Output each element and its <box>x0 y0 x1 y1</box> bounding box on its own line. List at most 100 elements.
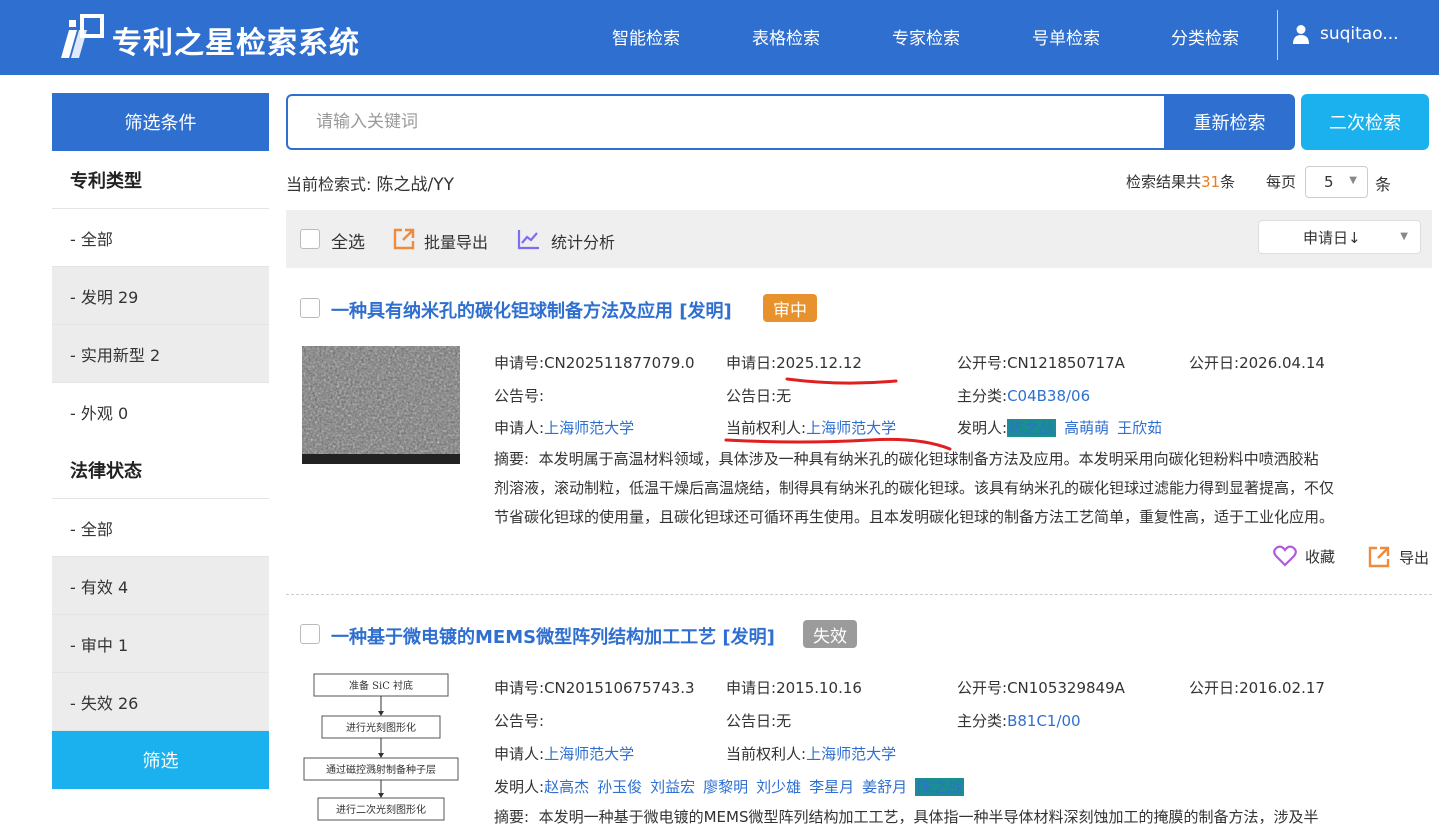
holder-link[interactable]: 上海师范大学 <box>806 419 896 437</box>
abstract-text: 摘要: 本发明属于高温材料领域，具体涉及一种具有纳米孔的碳化钽球制备方法及应用。… <box>494 445 1424 532</box>
legal-status-pending[interactable]: - 审中 1 <box>52 615 269 673</box>
main-class-link[interactable]: C04B38/06 <box>1007 387 1090 405</box>
ann-no-field: 公告号: <box>494 387 545 405</box>
patent-thumbnail[interactable]: 准备 SiC 衬底 进行光刻图形化 通过磁控溅射制备种子层 进行二次光刻图形化 <box>302 672 460 824</box>
second-search-button[interactable]: 二次检索 <box>1301 94 1429 150</box>
pub-no-field: 公开号:CN121850717A <box>957 354 1125 372</box>
user-icon <box>1293 25 1309 44</box>
status-badge: 审中 <box>763 294 817 322</box>
app-date-field: 申请日:2015.10.16 <box>726 679 862 697</box>
nav-number-search[interactable]: 号单检索 <box>1032 24 1100 49</box>
legal-status-all[interactable]: - 全部 <box>52 499 269 557</box>
patent-type-heading: 专利类型 <box>52 151 269 209</box>
result-checkbox[interactable] <box>300 624 320 644</box>
select-all-label: 全选 <box>331 233 365 253</box>
result-title[interactable]: 一种基于微电镀的MEMS微型阵列结构加工工艺 [发明] <box>331 623 775 649</box>
nav-smart-search[interactable]: 智能检索 <box>612 24 680 49</box>
per-page-select[interactable]: 5 ▼ <box>1305 166 1368 198</box>
sort-select[interactable]: 申请日↓ ▼ <box>1258 220 1421 254</box>
legal-status-heading: 法律状态 <box>52 441 269 499</box>
count-suffix: 条 <box>1220 173 1236 191</box>
abstract-line: 摘要: 本发明一种基于微电镀的MEMS微型阵列结构加工工艺，具体指一种半导体材料… <box>494 808 1319 826</box>
inventor-link-highlighted[interactable]: 陈之战 <box>915 778 965 796</box>
export-button[interactable]: 导出 <box>1367 545 1429 569</box>
app-title: 专利之星检索系统 <box>112 26 360 61</box>
user-name: suqitao... <box>1320 24 1399 44</box>
pub-date-field: 公开日:2016.02.17 <box>1189 679 1325 697</box>
app-no-field: 申请号:CN201510675743.3 <box>494 679 695 697</box>
logo-icon <box>61 14 104 58</box>
inventor-field: 发明人:赵高杰 孙玉俊 刘益宏 廖黎明 刘少雄 李星月 姜舒月 陈之战 <box>494 778 965 796</box>
abstract-line: 剂溶液，滚动制粒，低温干燥后高温烧结，制得具有纳米孔的碳化钽球。该具有纳米孔的碳… <box>494 479 1335 497</box>
nav-divider <box>1277 10 1278 60</box>
nav-table-search[interactable]: 表格检索 <box>752 24 820 49</box>
ann-no-field: 公告号: <box>494 712 545 730</box>
per-page-value: 5 <box>1324 173 1334 191</box>
patent-type-all[interactable]: - 全部 <box>52 209 269 267</box>
inventor-link[interactable]: 赵高杰 <box>544 778 589 796</box>
legal-status-valid[interactable]: - 有效 4 <box>52 557 269 615</box>
inventor-link[interactable]: 王欣茹 <box>1117 419 1162 437</box>
inventor-link[interactable]: 刘少雄 <box>756 778 801 796</box>
query-line: 当前检索式: 陈之战/YY <box>286 170 454 195</box>
favorite-button[interactable]: 收藏 <box>1273 545 1335 567</box>
ann-date-field: 公告日:无 <box>726 387 792 405</box>
user-menu[interactable]: suqitao... <box>1292 24 1399 44</box>
heart-icon <box>1273 545 1297 567</box>
nav-expert-search[interactable]: 专家检索 <box>892 24 960 49</box>
count-number: 31 <box>1201 173 1221 191</box>
nav-class-search[interactable]: 分类检索 <box>1171 24 1239 49</box>
abstract-text: 摘要: 本发明一种基于微电镀的MEMS微型阵列结构加工工艺，具体指一种半导体材料… <box>494 803 1424 832</box>
results-toolbar: 全选 批量导出 统计分析 申请日↓ ▼ <box>286 210 1432 268</box>
inventor-link[interactable]: 刘益宏 <box>650 778 695 796</box>
flow-step: 进行二次光刻图形化 <box>336 803 426 816</box>
main-class-link[interactable]: B81C1/00 <box>1007 712 1081 730</box>
inventor-link-highlighted[interactable]: 陈之战 <box>1007 419 1057 437</box>
search-box <box>286 94 1166 150</box>
caret-down-icon: ▼ <box>1400 231 1408 242</box>
app-no-field: 申请号:CN202511877079.0 <box>494 354 695 372</box>
export-icon <box>1368 546 1390 568</box>
research-button[interactable]: 重新检索 <box>1164 94 1295 150</box>
applicant-field: 申请人:上海师范大学 <box>494 419 635 437</box>
flow-step: 进行光刻图形化 <box>346 721 416 734</box>
count-prefix: 检索结果共 <box>1126 173 1202 191</box>
result-checkbox[interactable] <box>300 298 320 318</box>
abstract-line: 节省碳化钽球的使用量，且碳化钽球还可循环再生使用。且本发明碳化钽球的制备方法工艺… <box>494 508 1335 526</box>
inventor-link[interactable]: 李星月 <box>809 778 854 796</box>
inventor-field: 发明人: 陈之战 高萌萌 王欣茹 <box>957 419 1163 437</box>
search-input[interactable] <box>288 96 1164 148</box>
query-label: 当前检索式: <box>286 175 372 194</box>
batch-export-button[interactable]: 批量导出 <box>424 229 488 253</box>
per-page-unit: 条 <box>1375 175 1392 194</box>
applicant-field: 申请人:上海师范大学 <box>494 745 635 763</box>
inventor-link[interactable]: 孙玉俊 <box>597 778 642 796</box>
patent-type-invention[interactable]: - 发明 29 <box>52 267 269 325</box>
flow-step: 准备 SiC 衬底 <box>349 679 413 692</box>
legal-status-invalid[interactable]: - 失效 26 <box>52 673 269 731</box>
stats-button[interactable]: 统计分析 <box>551 229 615 253</box>
filter-button[interactable]: 筛选 <box>52 731 269 789</box>
inventor-link[interactable]: 廖黎明 <box>703 778 748 796</box>
patent-thumbnail[interactable] <box>302 346 460 464</box>
inventor-link[interactable]: 姜舒月 <box>862 778 907 796</box>
chart-icon[interactable] <box>517 227 541 251</box>
favorite-label: 收藏 <box>1305 547 1336 566</box>
inventor-link[interactable]: 高萌萌 <box>1064 419 1109 437</box>
pub-date-field: 公开日:2026.04.14 <box>1189 354 1325 372</box>
ann-date-field: 公告日:无 <box>726 712 792 730</box>
applicant-link[interactable]: 上海师范大学 <box>544 419 634 437</box>
query-value: 陈之战/YY <box>376 175 455 195</box>
abstract-line: 摘要: 本发明属于高温材料领域，具体涉及一种具有纳米孔的碳化钽球制备方法及应用。… <box>494 450 1319 468</box>
export-icon[interactable] <box>392 227 416 251</box>
applicant-link[interactable]: 上海师范大学 <box>544 745 634 763</box>
patent-type-design[interactable]: - 外观 0 <box>52 383 269 441</box>
holder-link[interactable]: 上海师范大学 <box>806 745 896 763</box>
pub-no-field: 公开号:CN105329849A <box>957 679 1125 697</box>
app-date-field: 申请日:2025.12.12 <box>726 354 862 372</box>
patent-type-utility[interactable]: - 实用新型 2 <box>52 325 269 383</box>
holder-field: 当前权利人:上海师范大学 <box>726 745 897 763</box>
result-title[interactable]: 一种具有纳米孔的碳化钽球制备方法及应用 [发明] <box>331 297 732 323</box>
export-label: 导出 <box>1399 548 1430 567</box>
select-all-checkbox[interactable] <box>300 229 320 249</box>
